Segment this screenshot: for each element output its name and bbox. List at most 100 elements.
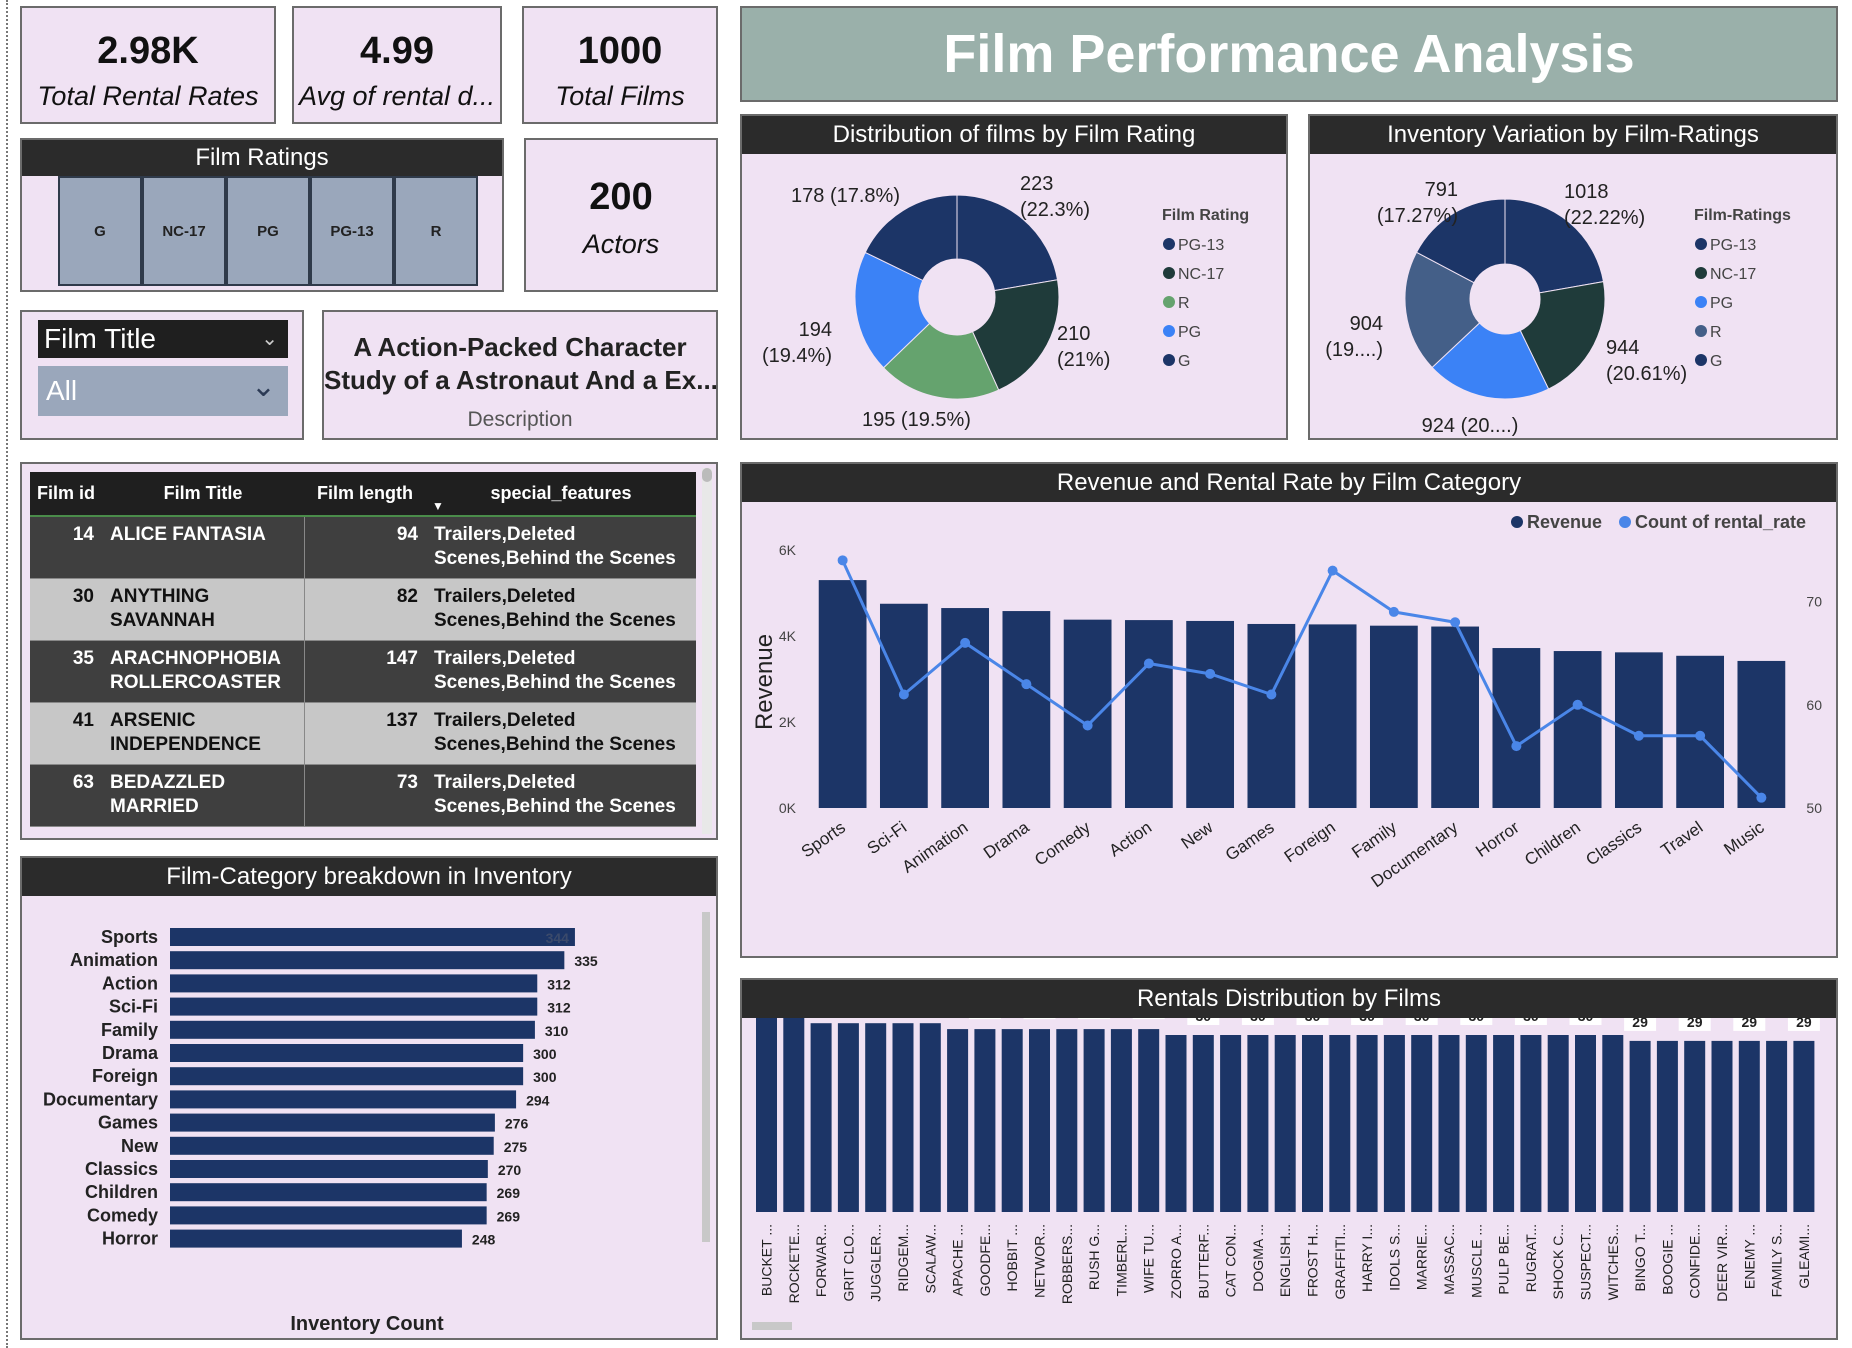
film-bar	[1247, 1035, 1269, 1212]
x-tick-label: SHOCK C...	[1550, 1224, 1566, 1299]
x-tick-label: ROBBERS...	[1059, 1224, 1075, 1304]
film-table-card: Film id Film Title Film length special_f…	[20, 462, 718, 840]
x-tick-label: ENGLISH...	[1277, 1224, 1293, 1297]
table-row[interactable]: 30 ANYTHING SAVANNAH 82 Trailers,Deleted Scen…	[30, 578, 696, 640]
film-bar	[974, 1029, 996, 1212]
rentals-by-film-card: Rentals Distribution by Films 34BUCKET .…	[740, 978, 1838, 1340]
table-row[interactable]: 63 BEDAZZLED MARRIED 73 Trailers,Deleted Scen…	[30, 764, 696, 826]
film-ratings-slicer: Film Ratings G NC-17 PG PG-13 R	[20, 138, 504, 292]
cell-special-features: Trailers,Deleted Scenes,Behind the Scenes	[426, 578, 696, 640]
rating-button-pg[interactable]: PG	[226, 176, 310, 286]
x-tick-label: Children	[1521, 818, 1584, 870]
data-label: 310	[545, 1023, 569, 1039]
legend-label: PG-13	[1178, 237, 1224, 254]
slice-label: 1018	[1564, 181, 1609, 203]
sort-desc-icon[interactable]: ▼	[432, 499, 444, 513]
y-tick-label: 4K	[779, 628, 797, 644]
revenue-bar-new	[1186, 620, 1235, 808]
film-bar	[1356, 1035, 1378, 1212]
data-label: 30	[1359, 1018, 1375, 1024]
film-bar	[947, 1029, 969, 1212]
cell-text: 73	[396, 771, 418, 793]
film-bar	[1220, 1035, 1242, 1212]
film-bar	[865, 1023, 887, 1212]
cell-text: 41	[72, 709, 94, 731]
slice-label: (17.27%)	[1377, 205, 1458, 227]
chart-title: Revenue and Rental Rate by Film Category	[742, 464, 1836, 502]
rental-rate-point	[1266, 689, 1277, 700]
x-tick-label: GLEAMI...	[1796, 1224, 1812, 1289]
cell-film-id: 14	[30, 516, 102, 578]
table-scrollbar[interactable]	[702, 468, 712, 834]
y-tick-label: 0K	[779, 800, 797, 816]
chevron-down-icon[interactable]: ⌄	[261, 320, 278, 358]
chart-title: Film-Category breakdown in Inventory	[22, 858, 716, 896]
cell-text: SAVANNAH	[110, 609, 215, 631]
header-special-features-label: special_features	[490, 483, 632, 503]
kpi-card-actors: 200 Actors	[524, 138, 718, 292]
header-special-features[interactable]: special_features ▼	[426, 472, 696, 516]
film-bar	[1029, 1029, 1050, 1212]
table-row[interactable]: 35 ARACHNOPHOBIA ROLLERCOASTER 147 Trailers,…	[30, 640, 696, 702]
cell-text: Scenes,Behind the Scenes	[434, 609, 676, 631]
x-tick-label: MUSCLE ...	[1468, 1224, 1484, 1298]
inventory-bar-horror	[170, 1229, 462, 1248]
film-bar	[892, 1023, 914, 1212]
x-tick-label: ROCKETE...	[786, 1224, 802, 1303]
x-tick-label: Foreign	[1281, 818, 1339, 867]
cell-text: 63	[72, 771, 94, 793]
cell-special-features: Trailers,Deleted Scenes,Behind the Scenes	[426, 516, 696, 578]
legend-label: PG	[1710, 295, 1733, 312]
kpi-label: Avg of rental d...	[298, 81, 496, 111]
header-film-title[interactable]: Film Title	[102, 472, 304, 516]
kpi-value: 4.99	[360, 30, 434, 72]
rating-button-r[interactable]: R	[394, 176, 478, 286]
inventory-bar-family	[170, 1020, 535, 1039]
legend-label: R	[1710, 324, 1722, 341]
kpi-value: 200	[589, 176, 653, 218]
table-row[interactable]: 41 ARSENIC INDEPENDENCE 137 Trailers,Deleted…	[30, 702, 696, 764]
slice-label: 944	[1606, 337, 1639, 359]
revenue-bar-sci-fi	[879, 603, 928, 808]
film-title-dropdown[interactable]: All ⌄	[38, 366, 288, 416]
chevron-down-icon: ⌄	[250, 370, 276, 403]
inventory-bar-foreign	[170, 1067, 524, 1086]
x-tick-label: Sci-Fi	[864, 818, 910, 858]
rating-button-g[interactable]: G	[58, 176, 142, 286]
cell-special-features: Trailers,Deleted Scenes,Behind the Scenes	[426, 764, 696, 826]
rating-button-nc17[interactable]: NC-17	[142, 176, 226, 286]
rental-rate-point	[1695, 730, 1706, 741]
legend-marker	[1163, 238, 1175, 250]
x-tick-label: HARRY I...	[1359, 1224, 1375, 1292]
data-label: 269	[497, 1185, 521, 1201]
revenue-rental-card: Revenue and Rental Rate by Film Category…	[740, 462, 1838, 958]
header-film-length[interactable]: Film length	[304, 472, 426, 516]
x-tick-label: ZORRO A...	[1168, 1224, 1184, 1299]
rental-rate-point	[837, 555, 848, 566]
category-label: Classics	[85, 1159, 158, 1179]
data-label: 269	[497, 1208, 521, 1224]
dropdown-value: All	[46, 375, 78, 406]
cell-film-title: ARACHNOPHOBIA ROLLERCOASTER	[102, 640, 305, 702]
legend-marker	[1695, 325, 1707, 337]
slice-label: 194	[799, 319, 832, 341]
film-bar	[1602, 1035, 1624, 1212]
legend-label: NC-17	[1710, 266, 1756, 283]
slice-label: (22.22%)	[1564, 207, 1645, 229]
slice-label: 223	[1020, 173, 1053, 195]
page-title: Film Performance Analysis	[740, 6, 1838, 102]
legend-title: Film-Ratings	[1694, 207, 1791, 224]
data-label: 30	[1414, 1018, 1430, 1024]
table-row[interactable]: 14 ALICE FANTASIA 94 Trailers,Deleted Scenes…	[30, 516, 696, 578]
film-bar	[810, 1023, 832, 1212]
x-tick-label: BINGO T...	[1632, 1224, 1648, 1291]
kpi-card-total-films: 1000 Total Films	[522, 6, 718, 124]
cell-text: Trailers,Deleted	[434, 709, 576, 731]
film-bar	[1738, 1040, 1760, 1212]
film-bar	[837, 1023, 859, 1212]
scrollbar-thumb[interactable]	[702, 468, 712, 482]
rating-button-pg13[interactable]: PG-13	[310, 176, 394, 286]
legend-label: Count of rental_rate	[1635, 512, 1806, 532]
data-label: 30	[1469, 1018, 1485, 1024]
header-film-id[interactable]: Film id	[30, 472, 102, 516]
